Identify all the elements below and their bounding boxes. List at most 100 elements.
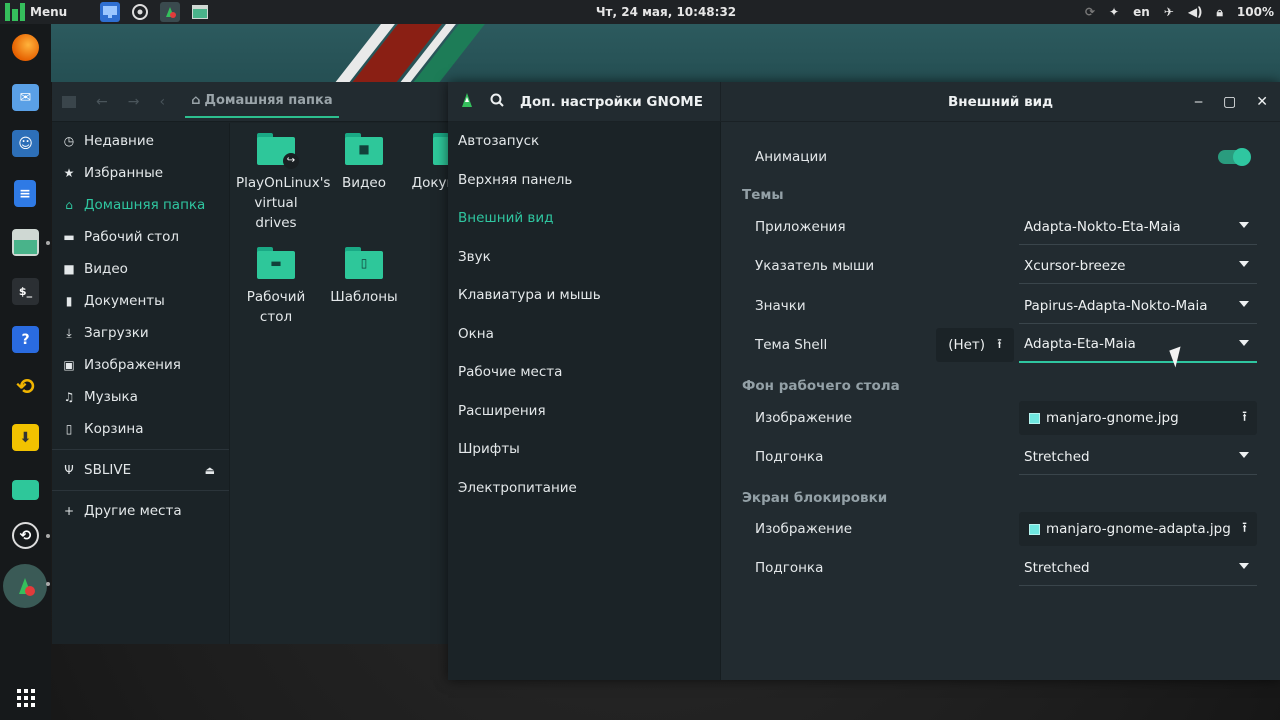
back-arrow-icon[interactable]: ← [96, 94, 108, 110]
place-recent[interactable]: ◷ Недавние [52, 125, 229, 157]
quick-launch [100, 2, 210, 22]
files-icon[interactable] [190, 2, 210, 22]
appearance-panel: Анимации Темы Приложения Adapta-Nokto-Et… [722, 122, 1280, 680]
documents-folder-icon: ▮ [433, 133, 448, 165]
place-downloads[interactable]: ⤓ Загрузки [52, 317, 229, 349]
cursor-theme-row: Указатель мыши Xcursor-breeze [722, 246, 1280, 286]
chevron-down-icon [1239, 340, 1249, 346]
minimize-icon[interactable]: ‒ [1194, 94, 1203, 110]
desktop-folder-icon: ▬ [257, 247, 295, 279]
animations-row: Анимации [722, 137, 1280, 177]
place-desktop[interactable]: ▬ Рабочий стол [52, 221, 229, 253]
download-icon[interactable]: ⬇ [12, 424, 39, 451]
breadcrumb[interactable]: ⌂ Домашняя папка [185, 86, 339, 118]
upload-icon: ⭱ [1242, 520, 1247, 536]
document-editor-icon[interactable]: ≡ [14, 180, 36, 207]
system-tray: ⟳ ✦ en ✈ ◀) 🔒︎ 100% [1085, 5, 1274, 20]
place-home[interactable]: ⌂ Домашняя папка [52, 189, 229, 221]
shell-theme-dropdown[interactable]: Adapta-Eta-Maia [1019, 327, 1257, 363]
firefox-icon[interactable] [12, 34, 39, 61]
place-music[interactable]: ♫ Музыка [52, 381, 229, 413]
volume-icon[interactable]: ◀) [1188, 5, 1203, 19]
sidebar-item-startup[interactable]: Автозапуск [448, 122, 720, 161]
animations-switch[interactable] [1218, 148, 1251, 166]
home-icon: ⌂ [65, 198, 73, 212]
file-item[interactable]: ▯ Шаблоны [320, 247, 408, 307]
eject-icon[interactable]: ⏏ [205, 464, 215, 477]
place-trash[interactable]: ▯ Корзина [52, 413, 229, 445]
image-file-icon [1029, 523, 1040, 535]
folder-icon[interactable] [12, 480, 39, 500]
lock-image-file-button[interactable]: manjaro-gnome-adapta.jpg ⭱ [1019, 512, 1257, 546]
shell-theme-none-button[interactable]: (Нет) ⭱ [936, 328, 1014, 362]
files-content: ↪ PlayOnLinux's virtual drives ■ Видео ▮… [230, 123, 448, 644]
place-video[interactable]: ■ Видео [52, 253, 229, 285]
file-item[interactable]: ▬ Рабочий стол [232, 247, 320, 327]
bg-image-file-button[interactable]: manjaro-gnome.jpg ⭱ [1019, 401, 1257, 435]
accessibility-icon[interactable]: ✦ [1109, 5, 1119, 19]
sidebar-item-sound[interactable]: Звук [448, 238, 720, 277]
apps-theme-dropdown[interactable]: Adapta-Nokto-Eta-Maia [1019, 209, 1257, 245]
places-divider-2 [52, 490, 229, 491]
sidebar-item-extensions[interactable]: Расширения [448, 392, 720, 431]
apps-theme-label: Приложения [755, 219, 846, 235]
language-indicator[interactable]: en [1133, 5, 1150, 19]
file-item[interactable]: ■ Видео [320, 133, 408, 193]
file-item[interactable]: ↪ PlayOnLinux's virtual drives [232, 133, 330, 233]
tweaks-window: Доп. настройки GNOME Внешний вид ‒ ▢ ✕ А… [448, 81, 1280, 680]
sidebar-item-fonts[interactable]: Шрифты [448, 430, 720, 469]
sync-icon[interactable]: ⟳ [1085, 5, 1095, 19]
cursor-theme-dropdown[interactable]: Xcursor-breeze [1019, 248, 1257, 284]
window-controls: ‒ ▢ ✕ [1194, 94, 1268, 110]
forward-arrow-icon[interactable]: → [128, 94, 140, 110]
lockscreen-header: Экран блокировки [742, 490, 888, 506]
app-grid-icon[interactable] [12, 684, 39, 711]
files-manager-icon[interactable] [12, 229, 39, 256]
lock-icon[interactable]: 🔒︎ [1217, 5, 1223, 20]
themes-header: Темы [742, 187, 784, 203]
trash-icon: ▯ [65, 422, 73, 436]
file-item[interactable]: ▮ Документы [408, 133, 448, 193]
settings-icon[interactable]: ⟲ [12, 522, 39, 549]
sidebar-item-windows[interactable]: Окна [448, 315, 720, 354]
sidebar-toggle-icon[interactable] [62, 95, 76, 108]
search-icon[interactable] [490, 93, 504, 111]
bg-fit-dropdown[interactable]: Stretched [1019, 439, 1257, 475]
airplane-icon[interactable]: ✈ [1164, 5, 1174, 19]
mail-icon[interactable]: ✉ [12, 84, 39, 111]
maximize-icon[interactable]: ▢ [1223, 94, 1236, 110]
app-title: Доп. настройки GNOME [520, 93, 703, 110]
update-icon[interactable]: ⟲ [12, 374, 39, 401]
close-icon[interactable]: ✕ [1256, 94, 1268, 110]
chevron-down-icon [1239, 452, 1249, 458]
video-folder-icon: ■ [345, 133, 383, 165]
sidebar-item-workspaces[interactable]: Рабочие места [448, 353, 720, 392]
place-other-locations[interactable]: + Другие места [52, 495, 229, 527]
sidebar-item-power[interactable]: Электропитание [448, 469, 720, 508]
files-headerbar: ← → ‹ ⌂ Домашняя папка [52, 82, 448, 122]
gnome-tweaks-icon[interactable] [3, 564, 47, 608]
place-pictures[interactable]: ▣ Изображения [52, 349, 229, 381]
place-documents[interactable]: ▮ Документы [52, 285, 229, 317]
applications-menu-button[interactable]: Menu [0, 3, 92, 21]
help-icon[interactable]: ? [12, 326, 39, 353]
cursor-theme-label: Указатель мыши [755, 258, 875, 274]
browser-icon[interactable] [130, 2, 150, 22]
bg-fit-label: Подгонка [755, 449, 824, 465]
icons-theme-dropdown[interactable]: Papirus-Adapta-Nokto-Maia [1019, 288, 1257, 324]
tweaks-app-icon [460, 92, 474, 112]
top-bar: Menu Чт, 24 мая, 10:48:32 ⟳ ✦ en ✈ ◀) 🔒︎… [0, 0, 1280, 24]
desktop-icon[interactable] [100, 2, 120, 22]
breadcrumb-left-icon[interactable]: ‹ [159, 94, 165, 110]
lock-fit-dropdown[interactable]: Stretched [1019, 550, 1257, 586]
tweaks-icon[interactable] [160, 2, 180, 22]
battery-label[interactable]: 100% [1237, 5, 1274, 19]
sidebar-item-keyboard-mouse[interactable]: Клавиатура и мышь [448, 276, 720, 315]
terminal-icon[interactable]: $_ [12, 278, 39, 305]
place-device-sblive[interactable]: Ψ SBLIVE ⏏ [52, 454, 229, 486]
sidebar-item-top-bar[interactable]: Верхняя панель [448, 161, 720, 200]
sidebar-item-appearance[interactable]: Внешний вид [448, 199, 720, 238]
place-starred[interactable]: ★ Избранные [52, 157, 229, 189]
chat-icon[interactable]: ☺ [12, 130, 39, 157]
files-window: ← → ‹ ⌂ Домашняя папка ◷ Недавние ★ Избран… [52, 82, 448, 644]
